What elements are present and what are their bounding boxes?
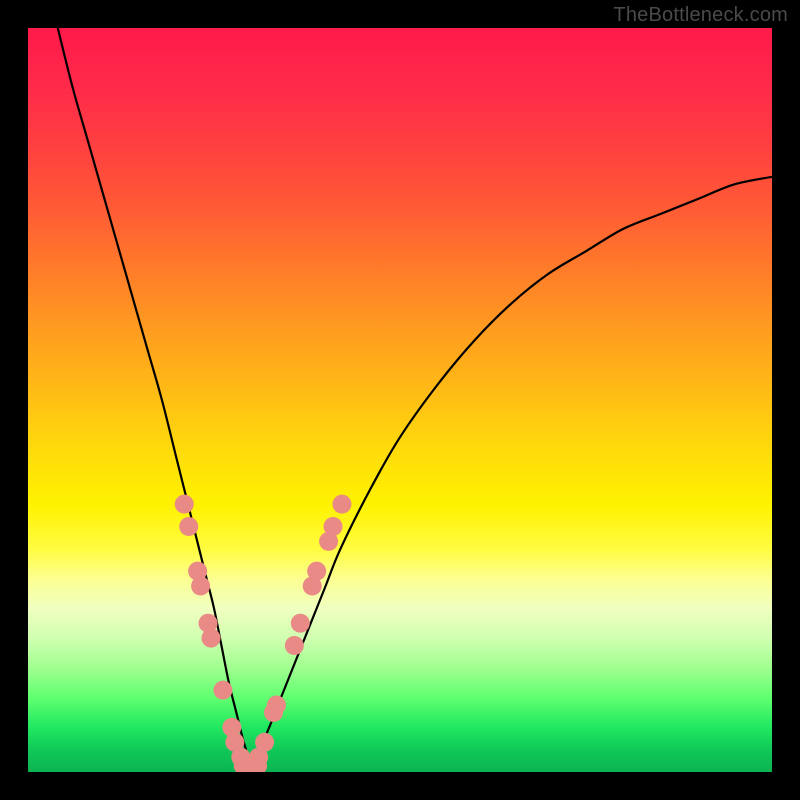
- data-marker: [332, 495, 351, 514]
- attribution-label: TheBottleneck.com: [613, 4, 788, 27]
- data-marker: [285, 636, 304, 655]
- data-marker: [307, 562, 326, 581]
- data-marker: [202, 629, 221, 648]
- data-marker: [267, 696, 286, 715]
- data-marker: [324, 517, 343, 536]
- chart-container: TheBottleneck.com: [0, 0, 800, 800]
- right-branch-curve: [251, 177, 772, 765]
- left-branch-curve: [58, 28, 251, 765]
- data-marker: [179, 517, 198, 536]
- data-marker: [213, 681, 232, 700]
- data-marker: [191, 577, 210, 596]
- data-marker: [291, 614, 310, 633]
- data-marker: [175, 495, 194, 514]
- data-marker: [255, 733, 274, 752]
- plot-area: [28, 28, 772, 772]
- curve-overlay: [28, 28, 772, 772]
